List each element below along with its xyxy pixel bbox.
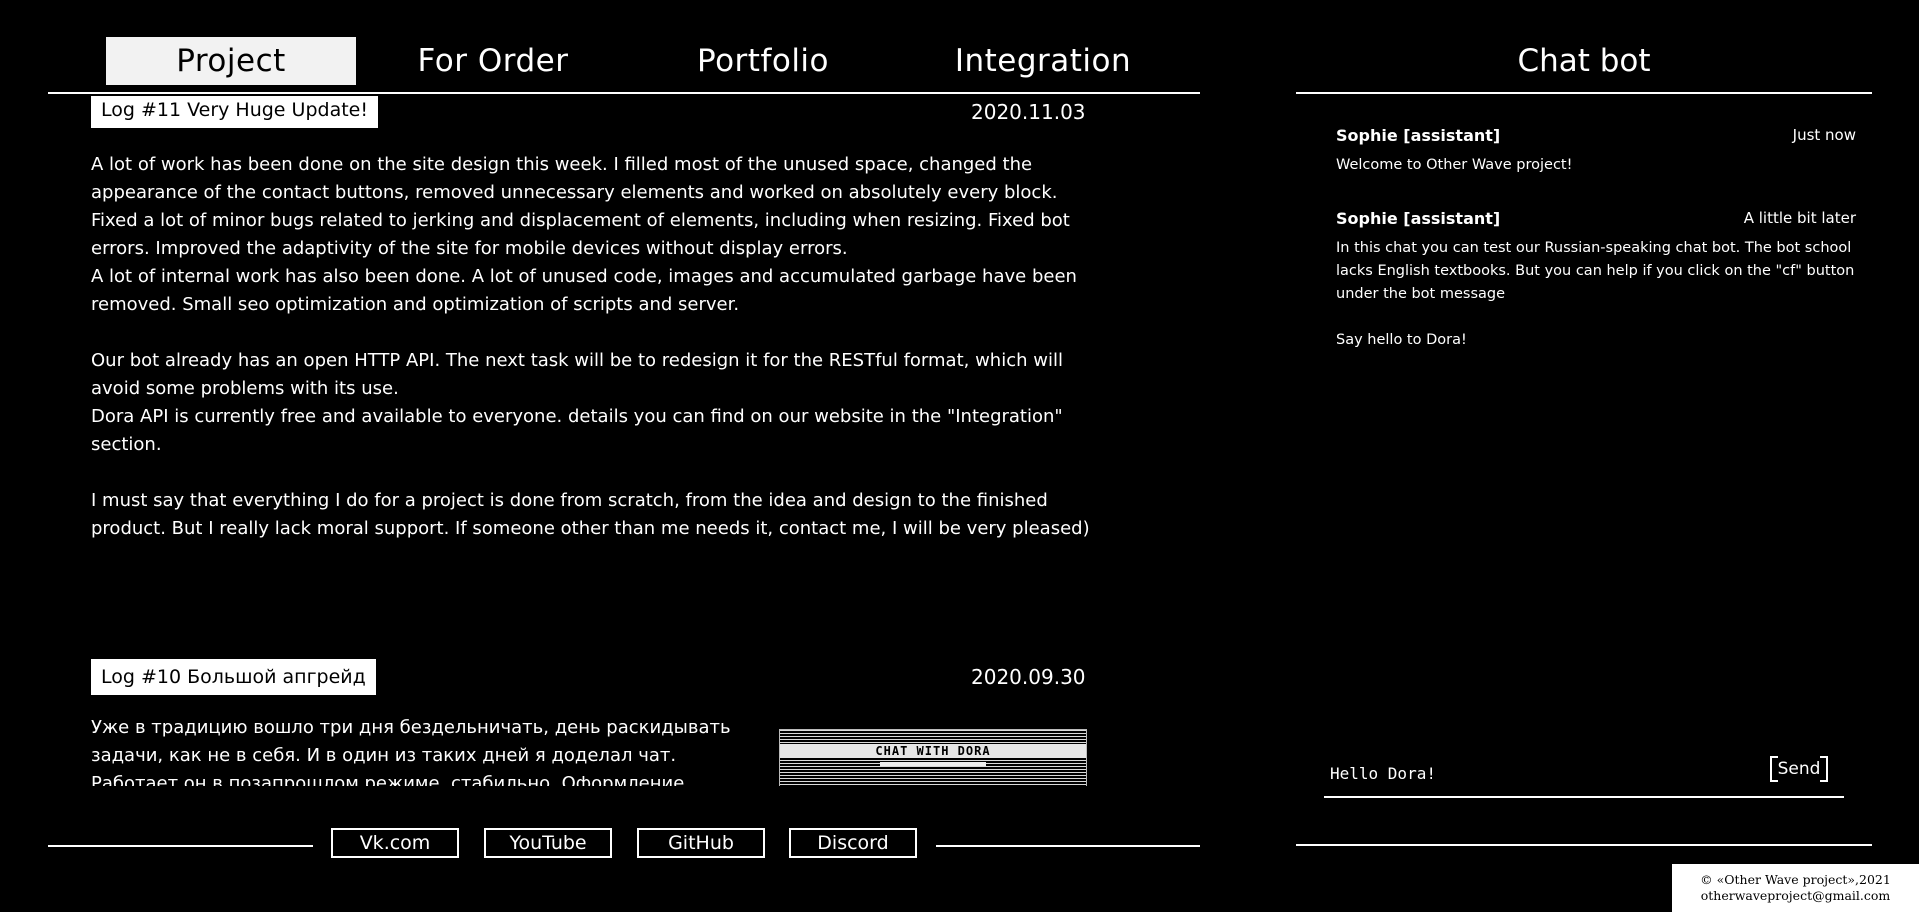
message-time: Just now	[1792, 126, 1856, 144]
contact-email: otherwaveproject@gmail.com	[1700, 888, 1891, 903]
nav-tab-for-order[interactable]: For Order	[378, 37, 608, 85]
copyright-box: © «Other Wave project»,2021 otherwavepro…	[1672, 864, 1919, 912]
chat-message: Sophie [assistant] A little bit later In…	[1336, 209, 1856, 359]
nav-tab-integration[interactable]: Integration	[918, 37, 1168, 85]
log-post: Log #10 Большой апгрейд 2020.09.30 Уже в…	[91, 659, 1091, 786]
post-paragraph: I must say that everything I do for a pr…	[91, 490, 1090, 539]
post-image: CHAT WITH DORA	[779, 729, 1087, 786]
post-title: Log #10 Большой апгрейд	[91, 659, 376, 695]
message-author: Sophie [assistant]	[1336, 209, 1501, 228]
github-link[interactable]: GitHub	[637, 828, 765, 858]
log-post: Log #11 Very Huge Update! 2020.11.03 A l…	[91, 96, 1091, 566]
message-text: In this chat you can test our Russian-sp…	[1336, 240, 1855, 348]
post-title: Log #11 Very Huge Update!	[91, 96, 378, 128]
discord-link[interactable]: Discord	[789, 828, 917, 858]
message-time: A little bit later	[1743, 209, 1856, 227]
divider	[48, 845, 313, 847]
chat-title: Chat bot	[1517, 43, 1651, 79]
message-author: Sophie [assistant]	[1336, 126, 1501, 145]
copyright-text: © «Other Wave project»,2021	[1700, 872, 1891, 887]
message-text: Welcome to Other Wave project!	[1336, 157, 1573, 173]
divider	[1296, 844, 1872, 846]
post-image-label: CHAT WITH DORA	[780, 744, 1086, 758]
nav-tab-project[interactable]: Project	[106, 37, 356, 85]
chat-header: Chat bot	[1296, 30, 1872, 94]
vk-link[interactable]: Vk.com	[331, 828, 459, 858]
log-feed[interactable]: Log #11 Very Huge Update! 2020.11.03 A l…	[48, 96, 1148, 786]
post-body: A lot of work has been done on the site …	[91, 151, 1091, 543]
post-date: 2020.09.30	[971, 665, 1086, 689]
divider	[936, 845, 1200, 847]
post-paragraph: A lot of work has been done on the site …	[91, 154, 1077, 315]
post-date: 2020.11.03	[971, 100, 1086, 124]
youtube-link[interactable]: YouTube	[484, 828, 612, 858]
post-paragraph: Our bot already has an open HTTP API. Th…	[91, 350, 1063, 455]
chat-message: Sophie [assistant] Just now Welcome to O…	[1336, 126, 1856, 186]
send-button[interactable]: Send	[1770, 756, 1828, 782]
chat-message-input[interactable]	[1324, 750, 1844, 798]
main-nav: Project For Order Portfolio Integration	[48, 30, 1200, 94]
post-image-bar	[880, 762, 986, 766]
post-body: Уже в традицию вошло три дня бездельнича…	[91, 717, 731, 786]
nav-tab-portfolio[interactable]: Portfolio	[648, 37, 878, 85]
